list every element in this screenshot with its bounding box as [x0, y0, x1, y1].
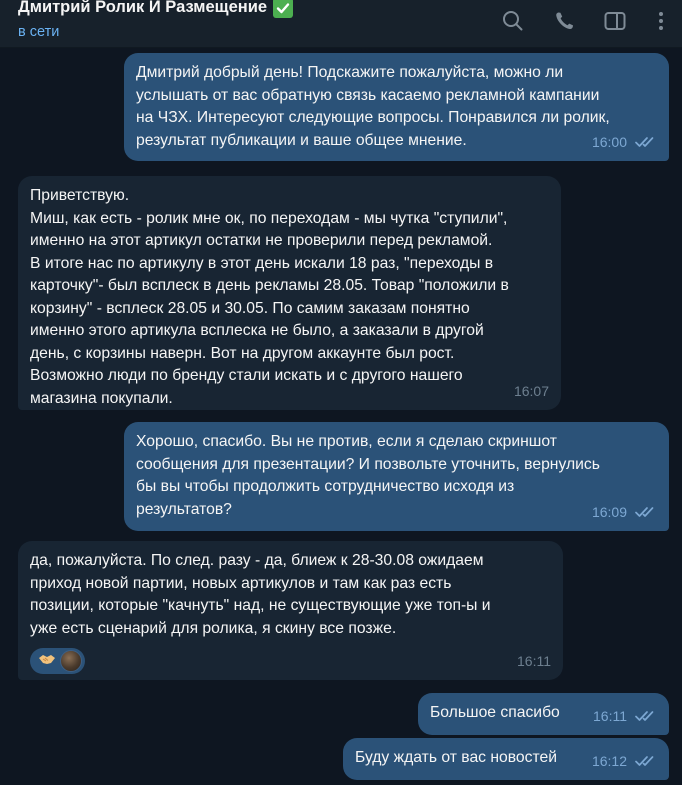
- message-text: Хорошо, спасибо. Вы не против, если я сд…: [136, 433, 600, 518]
- message-time: 16:09: [591, 503, 627, 520]
- message-time: 16:11: [593, 707, 627, 724]
- message-meta: 16:09: [592, 501, 657, 524]
- message-bubble-outgoing[interactable]: Большое спасибо 16:11: [418, 693, 669, 735]
- message-time: 16:00: [591, 133, 627, 150]
- message-meta: 16:12: [592, 750, 657, 773]
- message-bubble-incoming[interactable]: да, пожалуйста. По след. разу - да, блие…: [18, 541, 563, 680]
- message-bubble-incoming[interactable]: Приветствую. Миш, как есть - ролик мне о…: [18, 176, 561, 410]
- message-text: Дмитрий добрый день! Подскажите пожалуйс…: [136, 64, 610, 149]
- message-meta: 16:11: [593, 705, 657, 728]
- phone-icon[interactable]: [552, 8, 578, 34]
- handshake-icon: [38, 648, 56, 674]
- more-vertical-icon[interactable]: [648, 8, 674, 34]
- double-check-icon: [635, 506, 654, 517]
- message-meta: 16:07: [514, 380, 549, 403]
- message-bubble-outgoing[interactable]: Буду ждать от вас новостей 16:12: [343, 738, 669, 780]
- chat-title[interactable]: Дмитрий Ролик И Размещение: [18, 0, 267, 17]
- reaction-badge[interactable]: [30, 648, 85, 674]
- message-time: 16:07: [513, 382, 549, 399]
- message-bubble-outgoing[interactable]: Хорошо, спасибо. Вы не против, если я сд…: [124, 422, 669, 531]
- double-check-icon: [635, 710, 654, 721]
- search-icon[interactable]: [500, 8, 526, 34]
- chat-status: в сети: [18, 24, 60, 40]
- message-text: Приветствую. Миш, как есть - ролик мне о…: [30, 187, 509, 407]
- message-meta: 16:11: [517, 650, 551, 673]
- message-bubble-outgoing[interactable]: Дмитрий добрый день! Подскажите пожалуйс…: [124, 53, 669, 161]
- avatar: [60, 650, 82, 672]
- double-check-icon: [635, 755, 654, 766]
- message-meta: 16:00: [592, 131, 657, 154]
- chat-title-row[interactable]: Дмитрий Ролик И Размещение: [18, 0, 294, 18]
- message-time: 16:12: [591, 752, 627, 769]
- sidebar-toggle-icon[interactable]: [602, 8, 628, 34]
- message-time: 16:11: [517, 652, 551, 669]
- check-badge-icon: [273, 0, 294, 18]
- double-check-icon: [635, 136, 654, 147]
- chat-window: Дмитрий Ролик И Размещение в сети Дмитри…: [0, 0, 682, 785]
- message-list[interactable]: Дмитрий добрый день! Подскажите пожалуйс…: [0, 48, 682, 785]
- message-text: да, пожалуйста. По след. разу - да, блие…: [30, 552, 491, 637]
- chat-header: Дмитрий Ролик И Размещение в сети: [0, 0, 682, 48]
